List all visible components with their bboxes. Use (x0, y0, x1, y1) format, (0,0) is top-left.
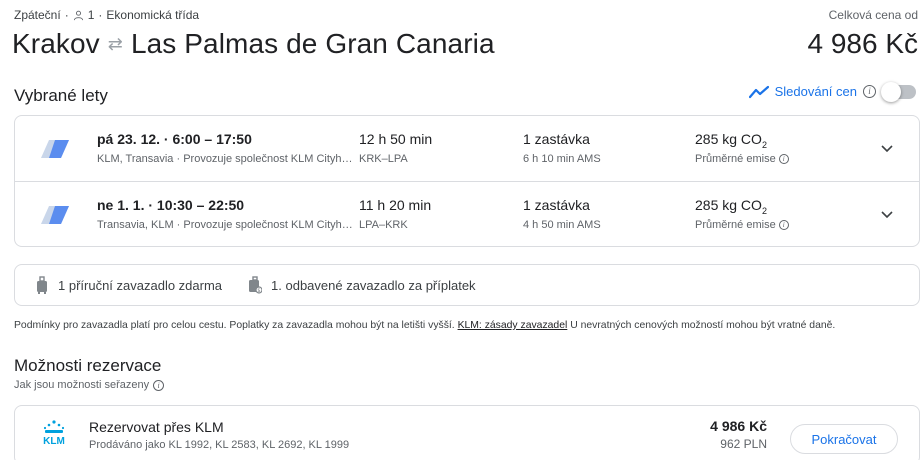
toggle-knob (881, 81, 901, 102)
emissions-subscript: 2 (761, 205, 767, 216)
flight-stops: 1 zastávka (523, 131, 590, 147)
info-icon[interactable]: i (778, 220, 789, 230)
continue-button[interactable]: Pokračovat (790, 424, 898, 454)
baggage-disclaimer: Podmínky pro zavazadla platí pro celou c… (14, 320, 835, 331)
booking-option-klm[interactable]: KLM Rezervovat přes KLM Prodáváno jako K… (14, 405, 920, 460)
flight-row-outbound[interactable]: pá 23. 12. · 6:00 – 17:50 KLM, Transavia… (15, 116, 919, 182)
origin-city: Krakov (12, 28, 100, 59)
booking-options-title: Možnosti rezervace (14, 356, 162, 375)
flight-layover: 6 h 10 min AMS (523, 153, 601, 165)
flight-emissions: 285 kg CO2 (695, 131, 767, 150)
person-icon (73, 10, 83, 20)
passenger-count: 1 (87, 8, 95, 22)
flight-duration: 11 h 20 min (359, 197, 432, 213)
price-tracking[interactable]: Sledování cen i (748, 81, 916, 102)
cabin-class: Ekonomická třída (106, 8, 200, 22)
trip-type: Zpáteční (14, 8, 61, 22)
price-tracking-toggle[interactable] (881, 81, 916, 102)
flight-airports: LPA–KRK (359, 219, 408, 231)
emissions-note: Průměrné emise i (695, 219, 789, 231)
info-icon[interactable]: i (863, 85, 876, 98)
disclaimer-text-before: Podmínky pro zavazadla platí pro celou c… (14, 320, 458, 331)
total-price-label: Celková cena od (828, 8, 918, 22)
emissions-value: 285 kg CO (695, 131, 762, 147)
sorting-info-label[interactable]: Jak jsou možnosti seřazeny (14, 379, 149, 391)
klm-logo-text: KLM (43, 436, 65, 447)
baggage-info: 1 příruční zavazadlo zdarma $ 1. odbaven… (14, 264, 920, 306)
flight-times: pá 23. 12. · 6:00 – 17:50 (97, 131, 252, 147)
info-icon[interactable]: i (778, 154, 789, 164)
sorting-info[interactable]: Jak jsou možnosti seřazeny i (14, 379, 165, 391)
flight-carriers: KLM, Transavia · Provozuje společnost KL… (97, 153, 353, 165)
flight-carriers: Transavia, KLM · Provozuje společnost KL… (97, 219, 353, 231)
total-price: 4 986 Kč (807, 28, 918, 59)
selected-flights-title: Vybrané lety (14, 86, 108, 105)
chevron-down-icon[interactable] (879, 206, 895, 222)
emissions-note: Průměrné emise i (695, 153, 789, 165)
svg-text:$: $ (257, 288, 260, 294)
checked-bag-info: $ 1. odbavené zavazadlo za příplatek (248, 276, 476, 294)
emissions-value: 285 kg CO (695, 197, 762, 213)
flight-row-return[interactable]: ne 1. 1. · 10:30 – 22:50 Transavia, KLM … (15, 182, 919, 248)
carry-on-bag-icon (37, 276, 47, 294)
booking-price-pln: 962 PLN (720, 437, 767, 451)
price-trend-icon (748, 85, 769, 98)
route-title: Krakov ⇄ Las Palmas de Gran Canaria (12, 28, 495, 60)
flight-stops: 1 zastávka (523, 197, 590, 213)
selected-flights-card: pá 23. 12. · 6:00 – 17:50 KLM, Transavia… (14, 115, 920, 247)
emissions-note-label: Průměrné emise (695, 219, 776, 231)
flight-layover: 4 h 50 min AMS (523, 219, 601, 231)
flight-times: ne 1. 1. · 10:30 – 22:50 (97, 197, 245, 213)
destination-city: Las Palmas de Gran Canaria (130, 28, 495, 59)
klm-crown-logo: KLM (43, 420, 65, 447)
booking-provider-name: Rezervovat přes KLM (89, 419, 224, 435)
airline-tail-logo (41, 206, 69, 224)
carry-on-info: 1 příruční zavazadlo zdarma (35, 276, 222, 294)
checked-bag-label: 1. odbavené zavazadlo za příplatek (271, 277, 476, 293)
flight-emissions: 285 kg CO2 (695, 197, 767, 216)
flight-duration: 12 h 50 min (359, 131, 433, 147)
carry-on-label: 1 příruční zavazadlo zdarma (58, 277, 223, 293)
booking-price: 4 986 Kč (710, 418, 767, 434)
emissions-subscript: 2 (761, 139, 767, 150)
disclaimer-text-after: U nevratných cenových možností mohou být… (567, 320, 836, 331)
trip-summary: Zpáteční · 1 · Ekonomická třída (14, 8, 200, 22)
chevron-down-icon[interactable] (879, 140, 895, 156)
checked-bag-icon: $ (249, 276, 263, 294)
price-tracking-label[interactable]: Sledování cen (775, 84, 857, 99)
baggage-policy-link[interactable]: KLM: zásady zavazadel (458, 320, 568, 331)
flight-numbers: Prodáváno jako KL 1992, KL 2583, KL 2692… (89, 439, 350, 451)
emissions-note-label: Průměrné emise (695, 153, 776, 165)
airline-tail-logo (41, 140, 69, 158)
flight-airports: KRK–LPA (359, 153, 408, 165)
info-icon[interactable]: i (153, 379, 165, 391)
swap-arrows-icon: ⇄ (107, 33, 123, 54)
